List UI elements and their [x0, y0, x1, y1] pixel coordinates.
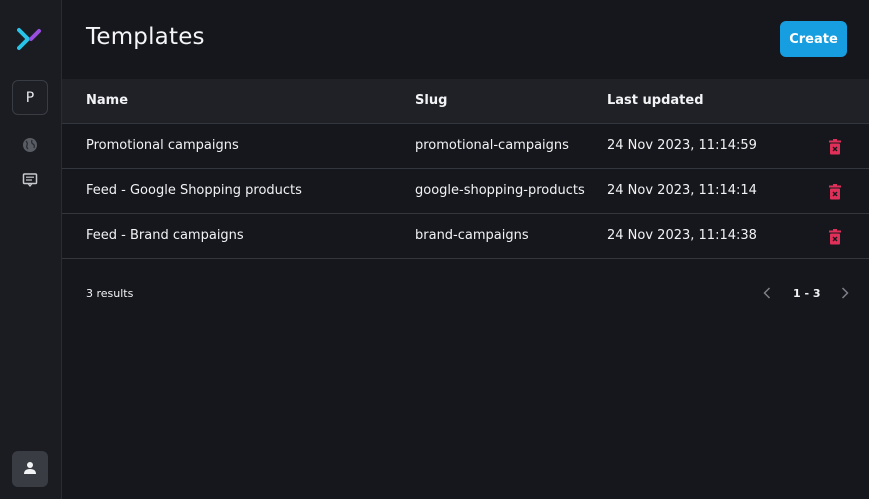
table-footer: 3 results 1 - 3: [62, 259, 869, 315]
template-last-updated: 24 Nov 2023, 11:14:38: [607, 228, 757, 243]
column-header-slug[interactable]: Slug: [415, 93, 447, 108]
page-title: Templates: [86, 24, 205, 50]
templates-table: Name Slug Last updated Promotional campa…: [62, 79, 869, 300]
page-range: 1 - 3: [793, 287, 821, 300]
main-content: Templates Create Name Slug Last updated …: [62, 0, 869, 499]
trash-icon: [829, 229, 841, 245]
create-button[interactable]: Create: [780, 21, 847, 57]
table-header: Name Slug Last updated: [62, 79, 869, 124]
chevron-left-icon: [763, 287, 771, 299]
template-last-updated: 24 Nov 2023, 11:14:59: [607, 138, 757, 153]
result-count: 3 results: [86, 287, 134, 300]
chevron-right-icon: [841, 287, 849, 299]
template-slug: promotional-campaigns: [415, 138, 569, 153]
template-last-updated: 24 Nov 2023, 11:14:14: [607, 183, 757, 198]
table-row[interactable]: Promotional campaigns promotional-campai…: [62, 124, 869, 169]
user-account-button[interactable]: [12, 451, 48, 487]
message-board-icon[interactable]: [21, 171, 39, 189]
table-row[interactable]: Feed - Google Shopping products google-s…: [62, 169, 869, 214]
template-name[interactable]: Promotional campaigns: [86, 138, 239, 153]
previous-page-button[interactable]: [760, 285, 774, 301]
column-header-name[interactable]: Name: [86, 93, 128, 108]
delete-button[interactable]: [826, 228, 844, 246]
globe-icon[interactable]: [21, 136, 39, 154]
sidebar: P: [0, 0, 62, 499]
trash-icon: [829, 184, 841, 200]
project-switcher-button[interactable]: P: [12, 80, 48, 115]
delete-button[interactable]: [826, 183, 844, 201]
user-icon: [23, 460, 37, 479]
trash-icon: [829, 139, 841, 155]
delete-button[interactable]: [826, 138, 844, 156]
table-row[interactable]: Feed - Brand campaigns brand-campaigns 2…: [62, 214, 869, 259]
next-page-button[interactable]: [838, 285, 852, 301]
brand-logo-icon[interactable]: [17, 26, 43, 52]
template-slug: google-shopping-products: [415, 183, 585, 198]
template-slug: brand-campaigns: [415, 228, 529, 243]
column-header-last-updated[interactable]: Last updated: [607, 93, 704, 108]
template-name[interactable]: Feed - Brand campaigns: [86, 228, 244, 243]
project-initial: P: [25, 89, 35, 106]
template-name[interactable]: Feed - Google Shopping products: [86, 183, 302, 198]
